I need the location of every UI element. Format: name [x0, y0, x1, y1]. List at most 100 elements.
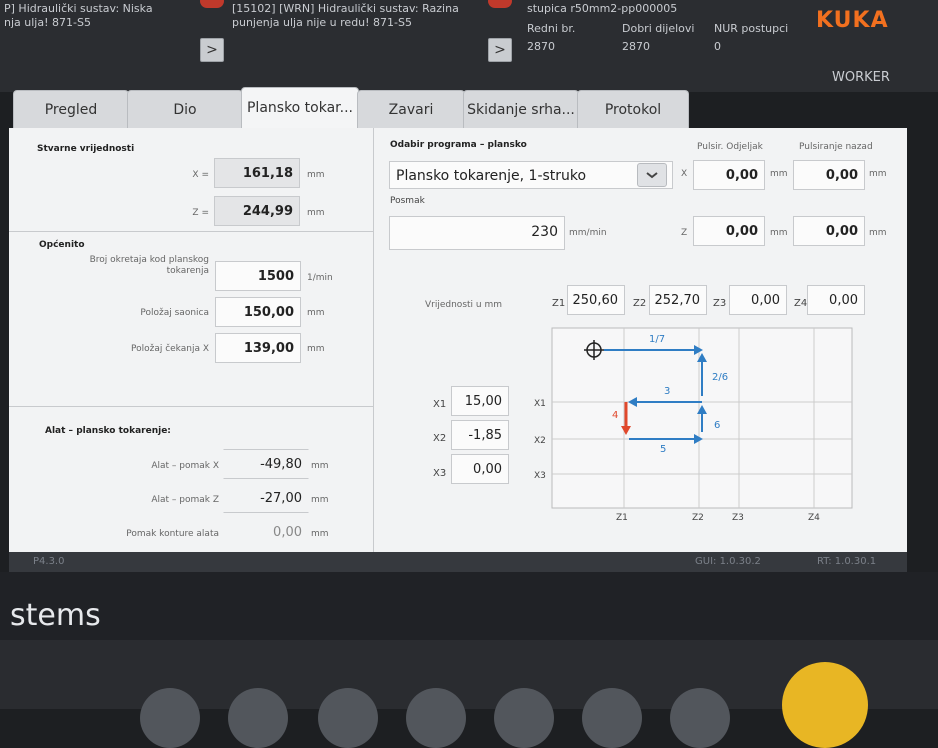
- pulse-x-forward-unit: mm: [770, 169, 788, 179]
- pulse-x-back-input[interactable]: 0,00: [793, 160, 865, 190]
- column-divider: [373, 128, 374, 552]
- slide-input[interactable]: 150,00: [215, 297, 301, 327]
- feed-label: Posmak: [390, 196, 425, 206]
- axis-z3: Z3: [732, 513, 744, 520]
- divider: [9, 231, 373, 232]
- tab-zavari[interactable]: Zavari: [357, 90, 465, 129]
- alarm-text-1b: nja ulja! 871-S5: [4, 16, 91, 29]
- toolpath-diagram: 1/7 2/6 3 4 5 6 X1 X2 X3 Z1 Z2 Z3 Z4: [534, 327, 853, 520]
- alarm-text-2b: punjenja ulja nije u redu! 871-S5: [232, 16, 413, 29]
- alarm-indicator-icon: [200, 0, 224, 8]
- tab-skidanje-srha[interactable]: Skidanje srha...: [463, 90, 579, 129]
- good-parts-label: Dobri dijelovi: [622, 22, 695, 35]
- nur-label: NUR postupci: [714, 22, 789, 35]
- rt-version: RT: 1.0.30.1: [817, 556, 877, 567]
- values-in-mm-label: Vrijednosti u mm: [425, 300, 502, 310]
- tool-offset-z-unit: mm: [311, 495, 329, 505]
- emergency-stop-ring[interactable]: [782, 662, 868, 748]
- pulse-x-label: X: [681, 169, 688, 179]
- tab-protokol[interactable]: Protokol: [577, 90, 689, 129]
- z4-label: Z4: [794, 298, 808, 309]
- hardware-button-3[interactable]: [318, 688, 378, 748]
- actual-x-value: 161,18: [214, 158, 300, 188]
- x2-label: X2: [433, 433, 447, 444]
- gui-version: GUI: 1.0.30.2: [695, 556, 761, 567]
- program-name: stupica r50mm2-pp000005: [527, 2, 678, 15]
- tool-offset-x-value[interactable]: -49,80: [223, 449, 309, 479]
- x3-label: X3: [433, 468, 447, 479]
- axis-x3: X3: [534, 471, 546, 481]
- alarm-1-next-button[interactable]: >: [200, 38, 224, 62]
- hardware-button-5[interactable]: [494, 688, 554, 748]
- serial-value: 2870: [527, 40, 555, 53]
- speed-input[interactable]: 1500: [215, 261, 301, 291]
- wait-x-input[interactable]: 139,00: [215, 333, 301, 363]
- bezel-brand-text: stems: [10, 598, 101, 633]
- x1-input[interactable]: 15,00: [451, 386, 509, 416]
- alarm-text-1: P] Hidraulički sustav: Niska: [4, 2, 153, 15]
- hardware-button-4[interactable]: [406, 688, 466, 748]
- nur-value: 0: [714, 40, 721, 53]
- pulse-x-forward-input[interactable]: 0,00: [693, 160, 765, 190]
- z3-label: Z3: [713, 298, 727, 309]
- hardware-button-7[interactable]: [670, 688, 730, 748]
- z1-input[interactable]: 250,60: [567, 285, 625, 315]
- pulse-z-forward-input[interactable]: 0,00: [693, 216, 765, 246]
- tab-plansko-tokarenje[interactable]: Plansko tokar...: [241, 87, 359, 132]
- serial-label: Redni br.: [527, 22, 576, 35]
- tool-offset-z-value[interactable]: -27,00: [223, 483, 309, 513]
- speed-unit: 1/min: [307, 273, 333, 283]
- status-bar: P] Hidraulički sustav: Niska nja ulja! 8…: [0, 0, 938, 92]
- alarm-text-2: [15102] [WRN] Hidraulički sustav: Razina: [232, 2, 459, 15]
- z4-input[interactable]: 0,00: [807, 285, 865, 315]
- contour-offset-label: Pomak konture alata: [126, 529, 219, 539]
- feed-unit: mm/min: [569, 228, 607, 238]
- version-label: P4.3.0: [33, 556, 65, 567]
- z1-label: Z1: [552, 298, 566, 309]
- wait-x-label: Položaj čekanja X: [130, 344, 209, 354]
- general-title: Općenito: [39, 240, 85, 250]
- pulse-z-back-unit: mm: [869, 228, 887, 238]
- seg-label-2-6: 2/6: [712, 372, 728, 383]
- pulse-back-label: Pulsiranje nazad: [799, 142, 873, 152]
- tool-offset-z-label: Alat – pomak Z: [151, 495, 219, 505]
- speed-label: Broj okretaja kod planskog tokarenja: [89, 255, 209, 276]
- hardware-button-6[interactable]: [582, 688, 642, 748]
- program-select[interactable]: Plansko tokarenje, 1-struko: [389, 161, 673, 189]
- alarm-2-next-button[interactable]: >: [488, 38, 512, 62]
- tool-offset-x-label: Alat – pomak X: [151, 461, 219, 471]
- actual-values-title: Stvarne vrijednosti: [37, 144, 135, 154]
- footer-bar: P4.3.0 GUI: 1.0.30.2 RT: 1.0.30.1: [9, 552, 907, 572]
- pulse-forward-label: Pulsir. Odjeljak: [697, 142, 763, 152]
- slide-unit: mm: [307, 308, 325, 318]
- hardware-button-1[interactable]: [140, 688, 200, 748]
- chevron-down-icon[interactable]: [637, 163, 667, 187]
- wait-x-unit: mm: [307, 344, 325, 354]
- z2-input[interactable]: 252,70: [649, 285, 707, 315]
- slide-label: Položaj saonica: [140, 308, 209, 318]
- axis-z4: Z4: [808, 513, 820, 520]
- pulse-z-forward-unit: mm: [770, 228, 788, 238]
- good-parts-value: 2870: [622, 40, 650, 53]
- pulse-x-back-unit: mm: [869, 169, 887, 179]
- feed-input[interactable]: 230: [389, 216, 565, 250]
- x2-input[interactable]: -1,85: [451, 420, 509, 450]
- actual-z-unit: mm: [307, 208, 325, 218]
- z3-input[interactable]: 0,00: [729, 285, 787, 315]
- tool-title: Alat – plansko tokarenje:: [45, 426, 171, 436]
- seg-label-5: 5: [660, 444, 666, 455]
- seg-label-4: 4: [612, 410, 618, 421]
- divider: [9, 406, 373, 407]
- axis-z1: Z1: [616, 513, 628, 520]
- actual-z-value: 244,99: [214, 196, 300, 226]
- tab-dio[interactable]: Dio: [127, 90, 243, 129]
- user-role: WORKER: [832, 70, 890, 85]
- main-panel: Stvarne vrijednosti X = 161,18 mm Z = 24…: [9, 128, 907, 552]
- tab-pregled[interactable]: Pregled: [13, 90, 129, 129]
- contour-offset-value[interactable]: 0,00: [223, 517, 309, 547]
- actual-z-label: Z =: [192, 208, 209, 218]
- pulse-z-back-input[interactable]: 0,00: [793, 216, 865, 246]
- hardware-button-2[interactable]: [228, 688, 288, 748]
- axis-z2: Z2: [692, 513, 704, 520]
- x3-input[interactable]: 0,00: [451, 454, 509, 484]
